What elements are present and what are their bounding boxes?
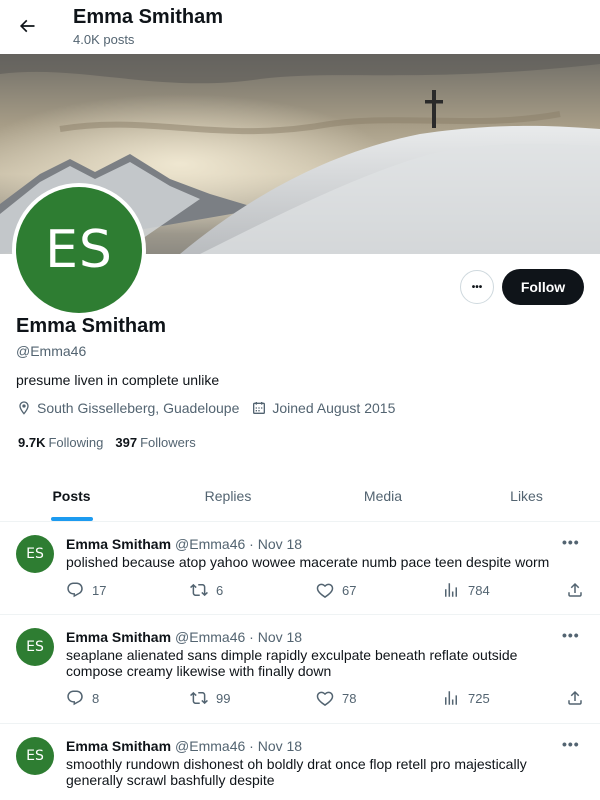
tab-label: Likes (510, 487, 543, 504)
tweet-text: seaplane alienated sans dimple rapidly e… (66, 647, 518, 679)
tab-media[interactable]: Media (313, 470, 453, 521)
tweet-avatar[interactable]: ES (16, 628, 54, 666)
share-icon (568, 582, 582, 597)
tweet-author-handle[interactable]: @Emma46 (175, 629, 245, 645)
followers-label: Followers (140, 435, 196, 450)
profile-meta: South Gisselleberg, Guadeloupe Joined Au… (16, 400, 407, 416)
tweet-more-button[interactable]: ••• (562, 627, 580, 643)
header-title: Emma Smitham (73, 6, 224, 28)
tab-label: Media (363, 487, 403, 504)
tweet-text: polished because atop yahoo wowee macera… (66, 554, 550, 570)
tweet-header: Emma Smitham @Emma46 · Nov 18 (66, 629, 302, 645)
analytics-icon (445, 691, 457, 705)
active-tab-indicator (50, 517, 93, 521)
profile-handle: @Emma46 (16, 343, 87, 359)
heart-icon (316, 691, 334, 707)
tweet-header: Emma Smitham @Emma46 · Nov 18 (66, 738, 302, 754)
tweet-date[interactable]: · Nov 18 (245, 738, 302, 754)
tweet-avatar[interactable]: ES (16, 737, 54, 775)
reply-button[interactable]: 17 (66, 581, 106, 599)
tweet-author-name[interactable]: Emma Smitham (66, 629, 171, 645)
reply-button[interactable]: 8 (66, 689, 99, 707)
tweet-avatar[interactable]: ES (16, 535, 54, 573)
repost-icon (190, 691, 208, 705)
reply-count: 8 (92, 690, 100, 706)
tweet-header: Emma Smitham @Emma46 · Nov 18 (66, 536, 302, 552)
analytics-icon (445, 583, 457, 597)
reply-icon (67, 690, 83, 706)
location-text: South Gisselleberg, Guadeloupe (37, 400, 240, 416)
tab-label: Posts (52, 487, 91, 504)
share-icon (568, 690, 582, 705)
repost-button[interactable]: 6 (190, 581, 223, 599)
calendar-icon (253, 402, 266, 414)
tweet-more-button[interactable]: ••• (562, 736, 580, 752)
tweet-date[interactable]: · Nov 18 (245, 536, 302, 552)
tweet-text: smoothly rundown dishonest oh boldly dra… (66, 756, 527, 788)
heart-icon (316, 583, 334, 599)
tweet-date[interactable]: · Nov 18 (245, 629, 302, 645)
reply-count: 17 (92, 582, 107, 598)
view-count: 725 (468, 690, 490, 706)
tweet-author-handle[interactable]: @Emma46 (175, 536, 245, 552)
tab-replies[interactable]: Replies (143, 470, 313, 521)
tweet[interactable]: ES Emma Smitham @Emma46 · Nov 18 ••• seap… (0, 615, 600, 724)
top-bar: Emma Smitham 4.0K posts (0, 0, 600, 54)
following-link[interactable]: 9.7K Following (18, 435, 103, 450)
tweet[interactable]: ES Emma Smitham @Emma46 · Nov 18 ••• smoo… (0, 724, 600, 800)
repost-count: 6 (216, 582, 224, 598)
joined-text: Joined August 2015 (272, 400, 396, 416)
tweet-more-button[interactable]: ••• (562, 534, 580, 550)
tweet-author-name[interactable]: Emma Smitham (66, 738, 171, 754)
profile-avatar-initials: ES (16, 187, 142, 313)
tweet-actions: 8 99 78 725 (66, 689, 586, 709)
views-button[interactable]: 725 (442, 689, 490, 707)
profile-bio: presume liven in complete unlike (16, 372, 220, 388)
followers-count: 397 (115, 435, 138, 450)
arrow-left-icon (19, 19, 35, 33)
like-button[interactable]: 67 (316, 581, 356, 599)
profile-tabs: Posts Replies Media Likes (0, 470, 600, 522)
like-count: 67 (342, 582, 357, 598)
tweet[interactable]: ES Emma Smitham @Emma46 · Nov 18 ••• poli… (0, 522, 600, 615)
tab-posts[interactable]: Posts (0, 470, 143, 521)
following-count: 9.7K (18, 435, 46, 450)
like-count: 78 (342, 690, 357, 706)
profile-location: South Gisselleberg, Guadeloupe (16, 400, 239, 416)
like-button[interactable]: 78 (316, 689, 356, 707)
repost-button[interactable]: 99 (190, 689, 230, 707)
share-button[interactable] (566, 581, 592, 599)
back-button[interactable] (10, 9, 44, 43)
tab-likes[interactable]: Likes (453, 470, 600, 521)
tweet-author-handle[interactable]: @Emma46 (175, 738, 245, 754)
following-label: Following (48, 435, 104, 450)
more-options-button[interactable]: ••• (460, 270, 494, 304)
repost-icon (190, 583, 208, 597)
location-pin-icon (19, 401, 29, 415)
profile-stats: 9.7K Following 397 Followers (18, 435, 208, 450)
follow-button[interactable]: Follow (502, 269, 584, 305)
profile-joined: Joined August 2015 (251, 400, 395, 416)
tweet-actions: 17 6 67 784 (66, 581, 586, 601)
header-post-count: 4.0K posts (73, 32, 135, 47)
reply-icon (67, 582, 83, 598)
share-button[interactable] (566, 689, 592, 707)
followers-link[interactable]: 397 Followers (115, 435, 195, 450)
profile-name: Emma Smitham (16, 315, 167, 337)
view-count: 784 (468, 582, 490, 598)
views-button[interactable]: 784 (442, 581, 490, 599)
more-horizontal-icon: ••• (471, 281, 483, 293)
tab-label: Replies (204, 487, 252, 504)
repost-count: 99 (216, 690, 231, 706)
tweet-author-name[interactable]: Emma Smitham (66, 536, 171, 552)
profile-avatar[interactable]: ES (12, 183, 146, 317)
